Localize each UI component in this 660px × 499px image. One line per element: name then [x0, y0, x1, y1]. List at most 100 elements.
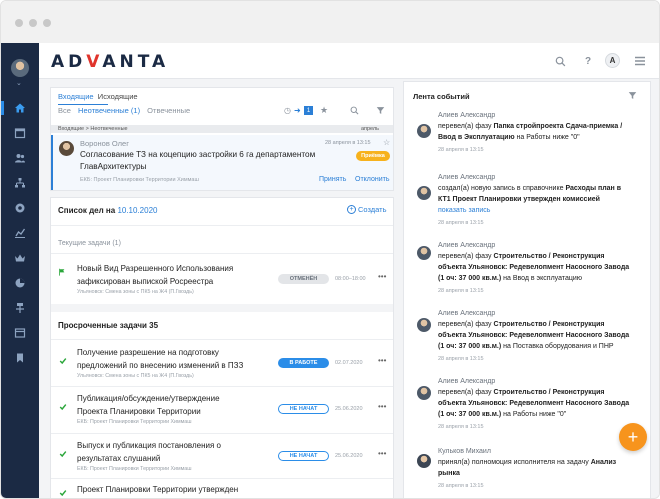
feed-line3: (1 оч: 37 000 кв.м.) на Работы ниже "0": [438, 411, 567, 418]
feed-title: Лента событий: [413, 92, 470, 101]
section-gap: [51, 304, 393, 312]
message-item[interactable]: Воронов Олег 28 апреля в 13:15 ☆ Согласо…: [51, 135, 393, 190]
sidebar-item-home[interactable]: [12, 101, 28, 115]
user-avatar[interactable]: [11, 59, 29, 77]
feed-item[interactable]: Алиев Александр перевел(а) фазу Строител…: [404, 376, 650, 446]
feed-item[interactable]: Алиев Александр перевел(а) фазу Строител…: [404, 240, 650, 310]
tab-outbox[interactable]: Исходящие: [98, 92, 138, 101]
login-icon[interactable]: ➜: [294, 106, 301, 115]
feed-line2: КТ1 Проект Планировки утвержден комиссие…: [438, 196, 600, 203]
window-close-dot[interactable]: [15, 19, 23, 27]
check-icon[interactable]: [59, 403, 67, 413]
more-options-icon[interactable]: •••: [378, 356, 386, 365]
topbar: ADVANTA ? A: [39, 43, 659, 79]
feed-date: 28 апреля в 13:15: [438, 356, 484, 362]
feed-line2: объекта Ульяновск: Редевелопмент Насосно…: [438, 332, 630, 339]
feed-author-avatar: [417, 246, 431, 260]
breadcrumb-month: апрель: [360, 126, 379, 132]
hierarchy-icon: [15, 178, 25, 188]
table-row[interactable]: Публикация/обсуждение/утверждение Проект…: [51, 387, 393, 433]
feed-author-avatar: [417, 386, 431, 400]
sidebar-item-calendar[interactable]: [12, 126, 28, 140]
tasks-date[interactable]: 10.10.2020: [117, 206, 157, 215]
mail-search-icon[interactable]: [350, 106, 359, 117]
task-status-badge: НЕ НАЧАТ: [278, 451, 329, 461]
message-status-badge: Приёмка: [356, 151, 390, 161]
more-options-icon[interactable]: •••: [378, 402, 386, 411]
home-icon: [15, 103, 25, 113]
feed-line1: перевел(а) фазу Папка стройпроекта Сдача…: [438, 123, 623, 130]
topbar-user-avatar[interactable]: A: [605, 53, 620, 68]
feed-author[interactable]: Алиев Александр: [438, 378, 495, 385]
add-fab-button[interactable]: +: [619, 423, 647, 451]
search-icon[interactable]: [554, 55, 566, 67]
more-options-icon[interactable]: •••: [378, 449, 386, 458]
app-window: ⌄ ADVANTA ? A Входящие Исходящие Все Нео…: [0, 0, 660, 499]
feed-author[interactable]: Алиев Александр: [438, 112, 495, 119]
feed-author[interactable]: Кульков Михаил: [438, 448, 491, 455]
filter-all[interactable]: Все: [58, 106, 71, 115]
help-icon[interactable]: ?: [582, 55, 594, 67]
tasks-card: Список дел на 10.10.2020 + Создать Текущ…: [50, 197, 394, 498]
chevron-down-icon[interactable]: ⌄: [16, 79, 22, 87]
filter-icon[interactable]: [376, 106, 385, 117]
message-subject-line1: Согласование ТЗ на коцепцию застройки 6 …: [80, 150, 316, 159]
table-row[interactable]: Получение разрешение на подготовку предл…: [51, 340, 393, 386]
sidebar-item-finance[interactable]: [12, 276, 28, 290]
feed-author[interactable]: Алиев Александр: [438, 174, 495, 181]
sidebar-item-settings[interactable]: [12, 201, 28, 215]
task-status-badge: В РАБОТЕ: [278, 358, 329, 368]
feed-filter-icon[interactable]: [628, 91, 637, 102]
task-date: 02.07.2020: [335, 360, 363, 366]
feed-author-avatar: [417, 318, 431, 332]
advanta-logo[interactable]: ADVANTA: [51, 52, 169, 72]
clock-icon[interactable]: ◷: [284, 106, 291, 115]
task-project: Ульяновск: Смена зоны с ПК5 на Ж4 (П.Гво…: [77, 373, 194, 379]
more-options-icon[interactable]: •••: [378, 272, 386, 281]
filter-unanswered[interactable]: Неотвеченные (1): [78, 106, 140, 115]
feed-date: 28 апреля в 13:15: [438, 424, 484, 430]
current-tasks-label: Текущие задачи (1): [58, 240, 121, 247]
sidebar-item-analytics[interactable]: [12, 226, 28, 240]
feed-line1: перевел(а) фазу Строительство / Реконстр…: [438, 321, 605, 328]
sidebar-item-documents[interactable]: [12, 326, 28, 340]
feed-author[interactable]: Алиев Александр: [438, 242, 495, 249]
task-time: 08:00–18:00: [335, 276, 366, 282]
table-row[interactable]: Новый Вид Разрешенного Использования заф…: [51, 254, 393, 298]
feed-author-avatar: [417, 186, 431, 200]
hamburger-menu-icon[interactable]: [634, 55, 646, 67]
overdue-tasks-label: Просроченные задачи 35: [58, 321, 159, 330]
star-icon[interactable]: ★: [320, 105, 328, 116]
window-maximize-dot[interactable]: [43, 19, 51, 27]
feed-item[interactable]: Алиев Александр перевел(а) фазу Папка ст…: [404, 110, 650, 172]
feed-item[interactable]: Кульков Михаил принял(а) полномоция испо…: [404, 446, 650, 498]
create-task-button[interactable]: + Создать: [347, 205, 387, 214]
accept-button[interactable]: Принять: [319, 176, 346, 183]
check-icon[interactable]: [59, 357, 67, 367]
show-record-link[interactable]: показать запись: [438, 207, 490, 214]
sidebar-item-bookmarks[interactable]: [12, 351, 28, 365]
decline-button[interactable]: Отклонить: [355, 176, 389, 183]
task-date: 25.06.2020: [335, 406, 363, 412]
table-row[interactable]: Выпуск и публикация постановления о резу…: [51, 434, 393, 478]
feed-date: 28 апреля в 13:15: [438, 483, 484, 489]
check-icon[interactable]: [59, 489, 67, 498]
message-subject-line2: ГлавАрхитектуры: [80, 162, 147, 171]
sidebar-item-users[interactable]: [12, 151, 28, 165]
calendar-icon: [14, 128, 26, 139]
task-project: Ульяновск: Смена зоны с ПК5 на Ж4 (П.Гво…: [77, 289, 194, 295]
sidebar-item-crown[interactable]: [12, 251, 28, 265]
sidebar-item-network[interactable]: [12, 301, 28, 315]
feed-author[interactable]: Алиев Александр: [438, 310, 495, 317]
tab-underline: [58, 104, 108, 105]
feed-item[interactable]: Алиев Александр перевел(а) фазу Строител…: [404, 308, 650, 378]
filter-answered[interactable]: Отвеченные: [147, 106, 190, 115]
check-icon[interactable]: [59, 450, 67, 460]
pie-icon: [15, 278, 25, 288]
window-minimize-dot[interactable]: [29, 19, 37, 27]
message-star-icon[interactable]: ☆: [383, 138, 390, 147]
feed-item[interactable]: Алиев Александр создал(а) новую запись в…: [404, 172, 650, 240]
sidebar-item-structure[interactable]: [12, 176, 28, 190]
tab-inbox[interactable]: Входящие: [58, 92, 94, 101]
table-row[interactable]: Проект Планировки Территории утвержден: [51, 479, 393, 498]
